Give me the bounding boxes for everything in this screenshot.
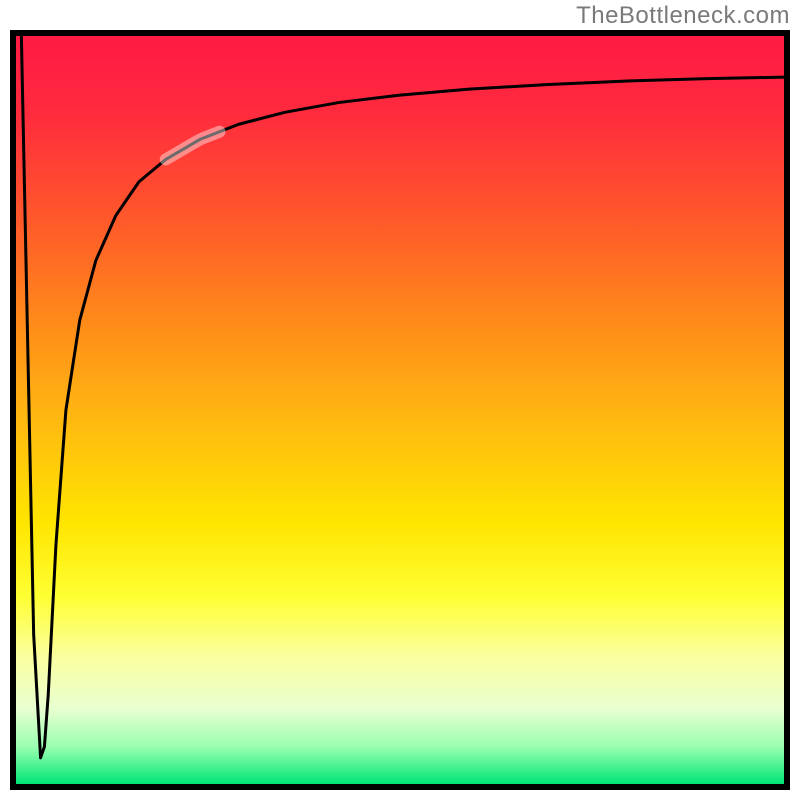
chart-container: TheBottleneck.com (0, 0, 800, 800)
plot-frame (10, 30, 790, 790)
curve-svg (16, 36, 784, 784)
curve-highlight-segment (166, 132, 220, 160)
watermark-text: TheBottleneck.com (576, 2, 790, 30)
bottleneck-curve (21, 36, 784, 758)
